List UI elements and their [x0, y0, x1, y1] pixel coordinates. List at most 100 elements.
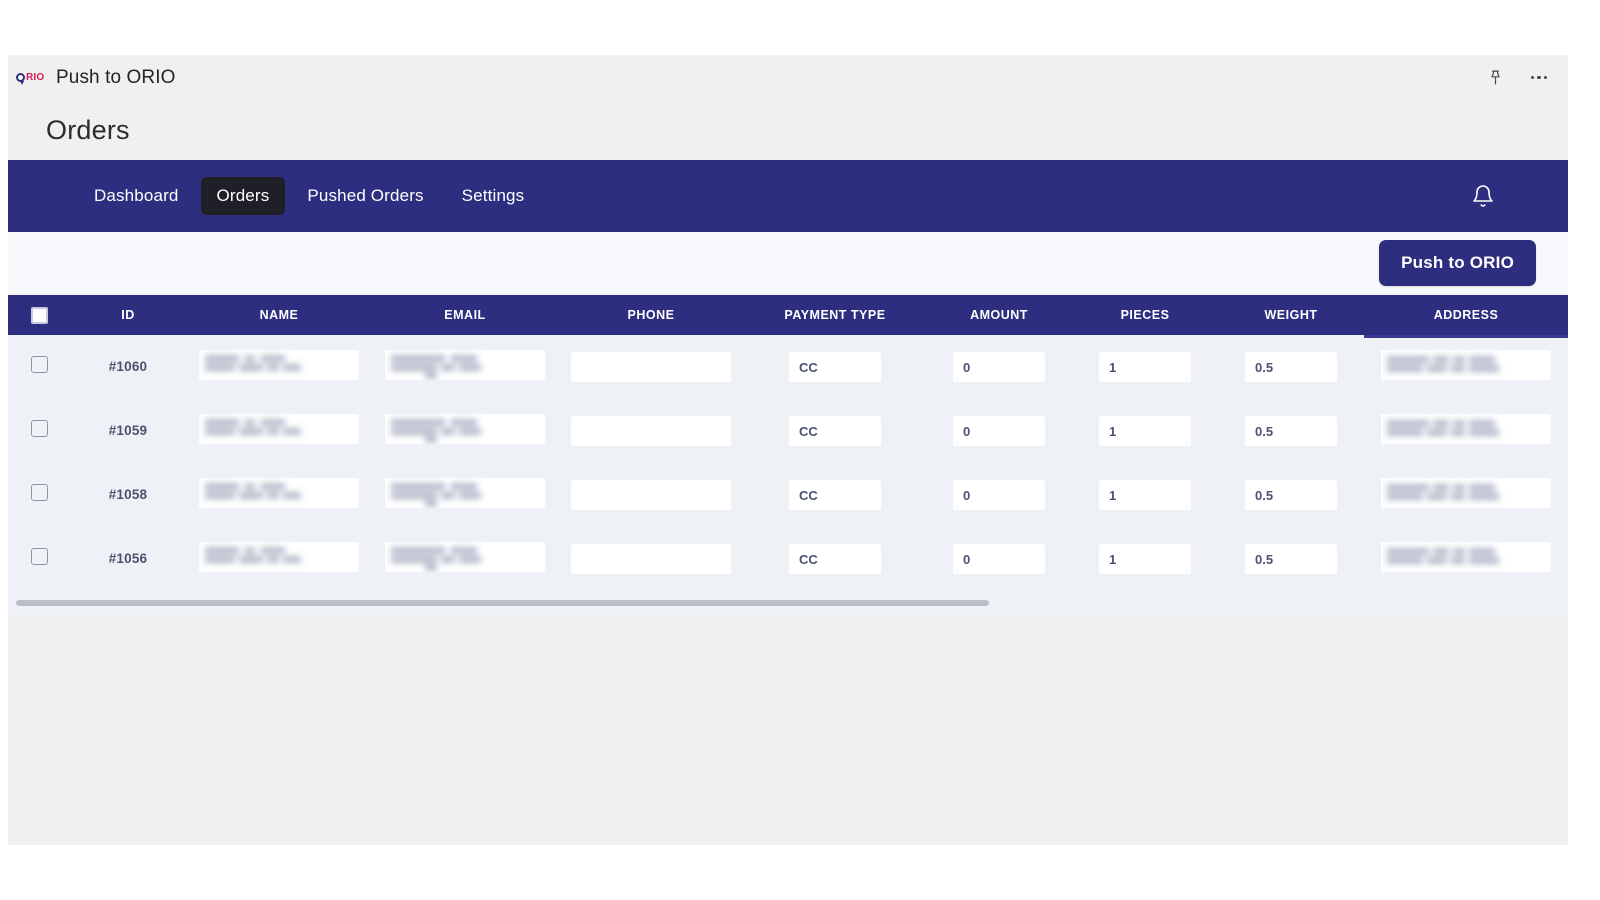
row-select-cell — [8, 527, 70, 591]
nav-item-settings[interactable]: Settings — [446, 177, 541, 215]
email-input[interactable] — [385, 477, 545, 508]
address-redacted-value — [1381, 413, 1551, 444]
pieces-input[interactable] — [1099, 544, 1191, 574]
email-input[interactable] — [385, 541, 545, 572]
cell-weight — [1218, 399, 1364, 463]
cell-address — [1364, 335, 1568, 399]
column-header-email[interactable]: EMAIL — [372, 295, 558, 335]
column-header-id[interactable]: ID — [70, 295, 186, 335]
email-redacted-value — [385, 477, 545, 508]
cell-payment-type — [744, 399, 926, 463]
orders-table-body: #1060 CC 0 1 0.5 #1059 CC 0 1 0.5 #1058 … — [8, 335, 1568, 591]
orders-table: ID NAME EMAIL PHONE PAYMENT TYPE AMOUNT … — [8, 295, 1568, 591]
cell-email — [372, 335, 558, 399]
cell-weight — [1218, 527, 1364, 591]
cell-pieces — [1072, 399, 1218, 463]
phone-input[interactable] — [571, 544, 731, 574]
row-select-cell — [8, 399, 70, 463]
email-input[interactable] — [385, 413, 545, 444]
address-input[interactable] — [1381, 413, 1551, 444]
row-checkbox[interactable] — [30, 484, 48, 501]
nav-item-dashboard[interactable]: Dashboard — [78, 177, 195, 215]
cell-payment-type — [744, 527, 926, 591]
row-checkbox[interactable] — [30, 548, 48, 565]
push-to-orio-button[interactable]: Push to ORIO — [1379, 240, 1536, 286]
payment-type-input[interactable] — [789, 480, 881, 510]
order-id-text: #1060 — [108, 359, 148, 374]
cell-pieces — [1072, 527, 1218, 591]
name-input[interactable] — [199, 477, 359, 508]
row-checkbox[interactable] — [30, 356, 48, 373]
weight-input[interactable] — [1245, 480, 1337, 510]
app-frame: RIO Push to ORIO Orders Dashboard Orders… — [8, 55, 1568, 845]
column-header-name[interactable]: NAME — [186, 295, 372, 335]
name-input[interactable] — [199, 349, 359, 380]
payment-type-input[interactable] — [789, 416, 881, 446]
phone-input[interactable] — [571, 416, 731, 446]
name-input[interactable] — [199, 413, 359, 444]
cell-address — [1364, 463, 1568, 527]
orders-table-container: ID NAME EMAIL PHONE PAYMENT TYPE AMOUNT … — [8, 295, 1568, 615]
table-scrollbar-thumb[interactable] — [16, 600, 989, 606]
cell-address — [1364, 527, 1568, 591]
cell-amount — [926, 335, 1072, 399]
column-header-pieces[interactable]: PIECES — [1072, 295, 1218, 335]
pin-icon[interactable] — [1484, 67, 1506, 89]
nav-item-list: Dashboard Orders Pushed Orders Settings — [78, 177, 540, 215]
order-id-text: #1059 — [108, 423, 148, 438]
name-redacted-value — [199, 477, 359, 508]
name-input[interactable] — [199, 541, 359, 572]
amount-input[interactable] — [953, 352, 1045, 382]
cell-name — [186, 527, 372, 591]
cell-phone — [558, 399, 744, 463]
table-horizontal-scrollbar[interactable] — [16, 597, 1560, 609]
column-header-phone[interactable]: PHONE — [558, 295, 744, 335]
address-input[interactable] — [1381, 477, 1551, 508]
payment-type-input[interactable] — [789, 544, 881, 574]
pieces-input[interactable] — [1099, 416, 1191, 446]
app-title: Push to ORIO — [56, 66, 176, 88]
amount-input[interactable] — [953, 480, 1045, 510]
orio-pin-logo-icon: RIO — [16, 72, 44, 85]
amount-input[interactable] — [953, 544, 1045, 574]
pieces-input[interactable] — [1099, 352, 1191, 382]
cell-name — [186, 335, 372, 399]
column-header-amount[interactable]: AMOUNT — [926, 295, 1072, 335]
nav-right-actions — [1468, 181, 1538, 211]
page-heading-bar: Orders — [8, 100, 1568, 160]
cell-name — [186, 463, 372, 527]
address-input[interactable] — [1381, 541, 1551, 572]
column-header-weight[interactable]: WEIGHT — [1218, 295, 1364, 335]
weight-input[interactable] — [1245, 544, 1337, 574]
cell-email — [372, 463, 558, 527]
column-header-address[interactable]: ADDRESS — [1364, 295, 1568, 338]
select-all-checkbox[interactable] — [30, 306, 48, 324]
order-id-text: #1056 — [108, 551, 148, 566]
cell-email — [372, 527, 558, 591]
cell-phone — [558, 527, 744, 591]
bell-icon[interactable] — [1468, 181, 1498, 211]
more-options-icon[interactable] — [1528, 67, 1550, 89]
weight-input[interactable] — [1245, 416, 1337, 446]
cell-weight — [1218, 463, 1364, 527]
order-id-text: #1058 — [108, 487, 148, 502]
amount-input[interactable] — [953, 416, 1045, 446]
pieces-input[interactable] — [1099, 480, 1191, 510]
email-input[interactable] — [385, 349, 545, 380]
weight-input[interactable] — [1245, 352, 1337, 382]
nav-item-pushed-orders[interactable]: Pushed Orders — [291, 177, 439, 215]
row-select-cell — [8, 463, 70, 527]
phone-input[interactable] — [571, 352, 731, 382]
cell-id: #1058 — [70, 463, 186, 527]
address-input[interactable] — [1381, 349, 1551, 380]
column-header-payment-type[interactable]: PAYMENT TYPE — [744, 295, 926, 335]
payment-type-input[interactable] — [789, 352, 881, 382]
cell-address — [1364, 399, 1568, 463]
page-title: Orders — [46, 114, 130, 145]
cell-id: #1060 — [70, 335, 186, 399]
nav-item-orders[interactable]: Orders — [200, 177, 286, 215]
cell-amount — [926, 527, 1072, 591]
row-checkbox[interactable] — [30, 420, 48, 437]
phone-input[interactable] — [571, 480, 731, 510]
email-redacted-value — [385, 413, 545, 444]
